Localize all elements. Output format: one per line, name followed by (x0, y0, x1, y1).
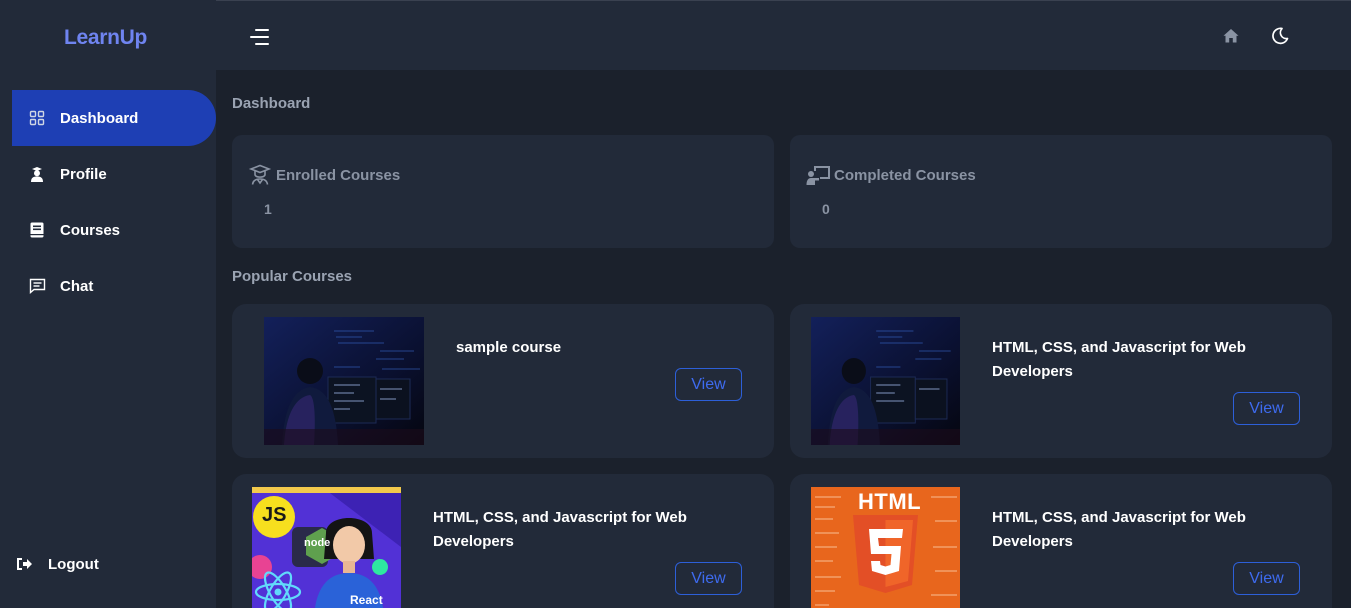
sidebar-item-label: Profile (60, 165, 107, 183)
course-title[interactable]: HTML, CSS, and Javascript for Web Develo… (433, 506, 733, 554)
view-course-button[interactable]: View (675, 368, 742, 401)
teacher-board-icon (806, 163, 830, 187)
course-thumbnail[interactable] (264, 317, 424, 445)
course-card: HTML HTML, CSS, and Javascript for Web D… (790, 474, 1332, 608)
stat-value: 1 (264, 201, 272, 217)
html-logo-text: HTML (858, 489, 922, 514)
sidebar-item-dashboard[interactable]: Dashboard (12, 90, 216, 146)
course-title[interactable]: sample course (456, 336, 726, 360)
book-icon (28, 221, 46, 239)
sidebar-item-label: Chat (60, 277, 94, 295)
sidebar-item-profile[interactable]: Profile (12, 146, 216, 202)
sidebar-item-chat[interactable]: Chat (12, 258, 216, 314)
logout-icon (16, 555, 34, 573)
course-card: sample course View (232, 304, 774, 458)
js-badge-text: JS (262, 504, 287, 526)
view-course-button[interactable]: View (675, 562, 742, 595)
sidebar-item-label: Courses (60, 221, 121, 239)
stat-label: Completed Courses (834, 166, 976, 184)
app-logo[interactable]: LearnUp (64, 26, 147, 50)
course-thumbnail[interactable]: JS node React (252, 487, 401, 608)
user-icon (28, 165, 46, 183)
stat-value: 0 (822, 201, 830, 217)
moon-icon[interactable] (1270, 26, 1292, 48)
node-badge-text: node (304, 537, 331, 549)
stat-header: Enrolled Courses (248, 163, 400, 187)
stat-header: Completed Courses (806, 163, 976, 187)
logout-label: Logout (48, 555, 99, 573)
view-course-button[interactable]: View (1233, 562, 1300, 595)
sidebar-item-courses[interactable]: Courses (12, 202, 216, 258)
view-course-button[interactable]: View (1233, 392, 1300, 425)
react-shirt-text: React (350, 593, 383, 607)
stat-card-enrolled: Enrolled Courses 1 (232, 135, 774, 248)
grid-icon (28, 109, 46, 127)
course-thumbnail[interactable] (811, 317, 960, 445)
course-title[interactable]: HTML, CSS, and Javascript for Web Develo… (992, 506, 1292, 554)
sidebar: LearnUp Dashboard Profile Courses Chat L… (0, 0, 216, 608)
chat-icon (28, 277, 46, 295)
stat-card-completed: Completed Courses 0 (790, 135, 1332, 248)
sidebar-item-label: Dashboard (60, 109, 139, 127)
course-title[interactable]: HTML, CSS, and Javascript for Web Develo… (992, 336, 1292, 384)
course-thumbnail[interactable]: HTML (811, 487, 960, 608)
menu-icon[interactable] (249, 27, 271, 47)
logout-button[interactable]: Logout (0, 540, 216, 588)
course-card: HTML, CSS, and Javascript for Web Develo… (790, 304, 1332, 458)
stat-label: Enrolled Courses (276, 166, 401, 184)
home-icon[interactable] (1222, 27, 1242, 47)
page-title: Dashboard (232, 95, 311, 112)
popular-courses-title: Popular Courses (232, 268, 353, 285)
course-card: JS node React HTML, CSS, and Javascript … (232, 474, 774, 608)
top-bar (216, 0, 1351, 70)
graduate-icon (248, 163, 272, 187)
